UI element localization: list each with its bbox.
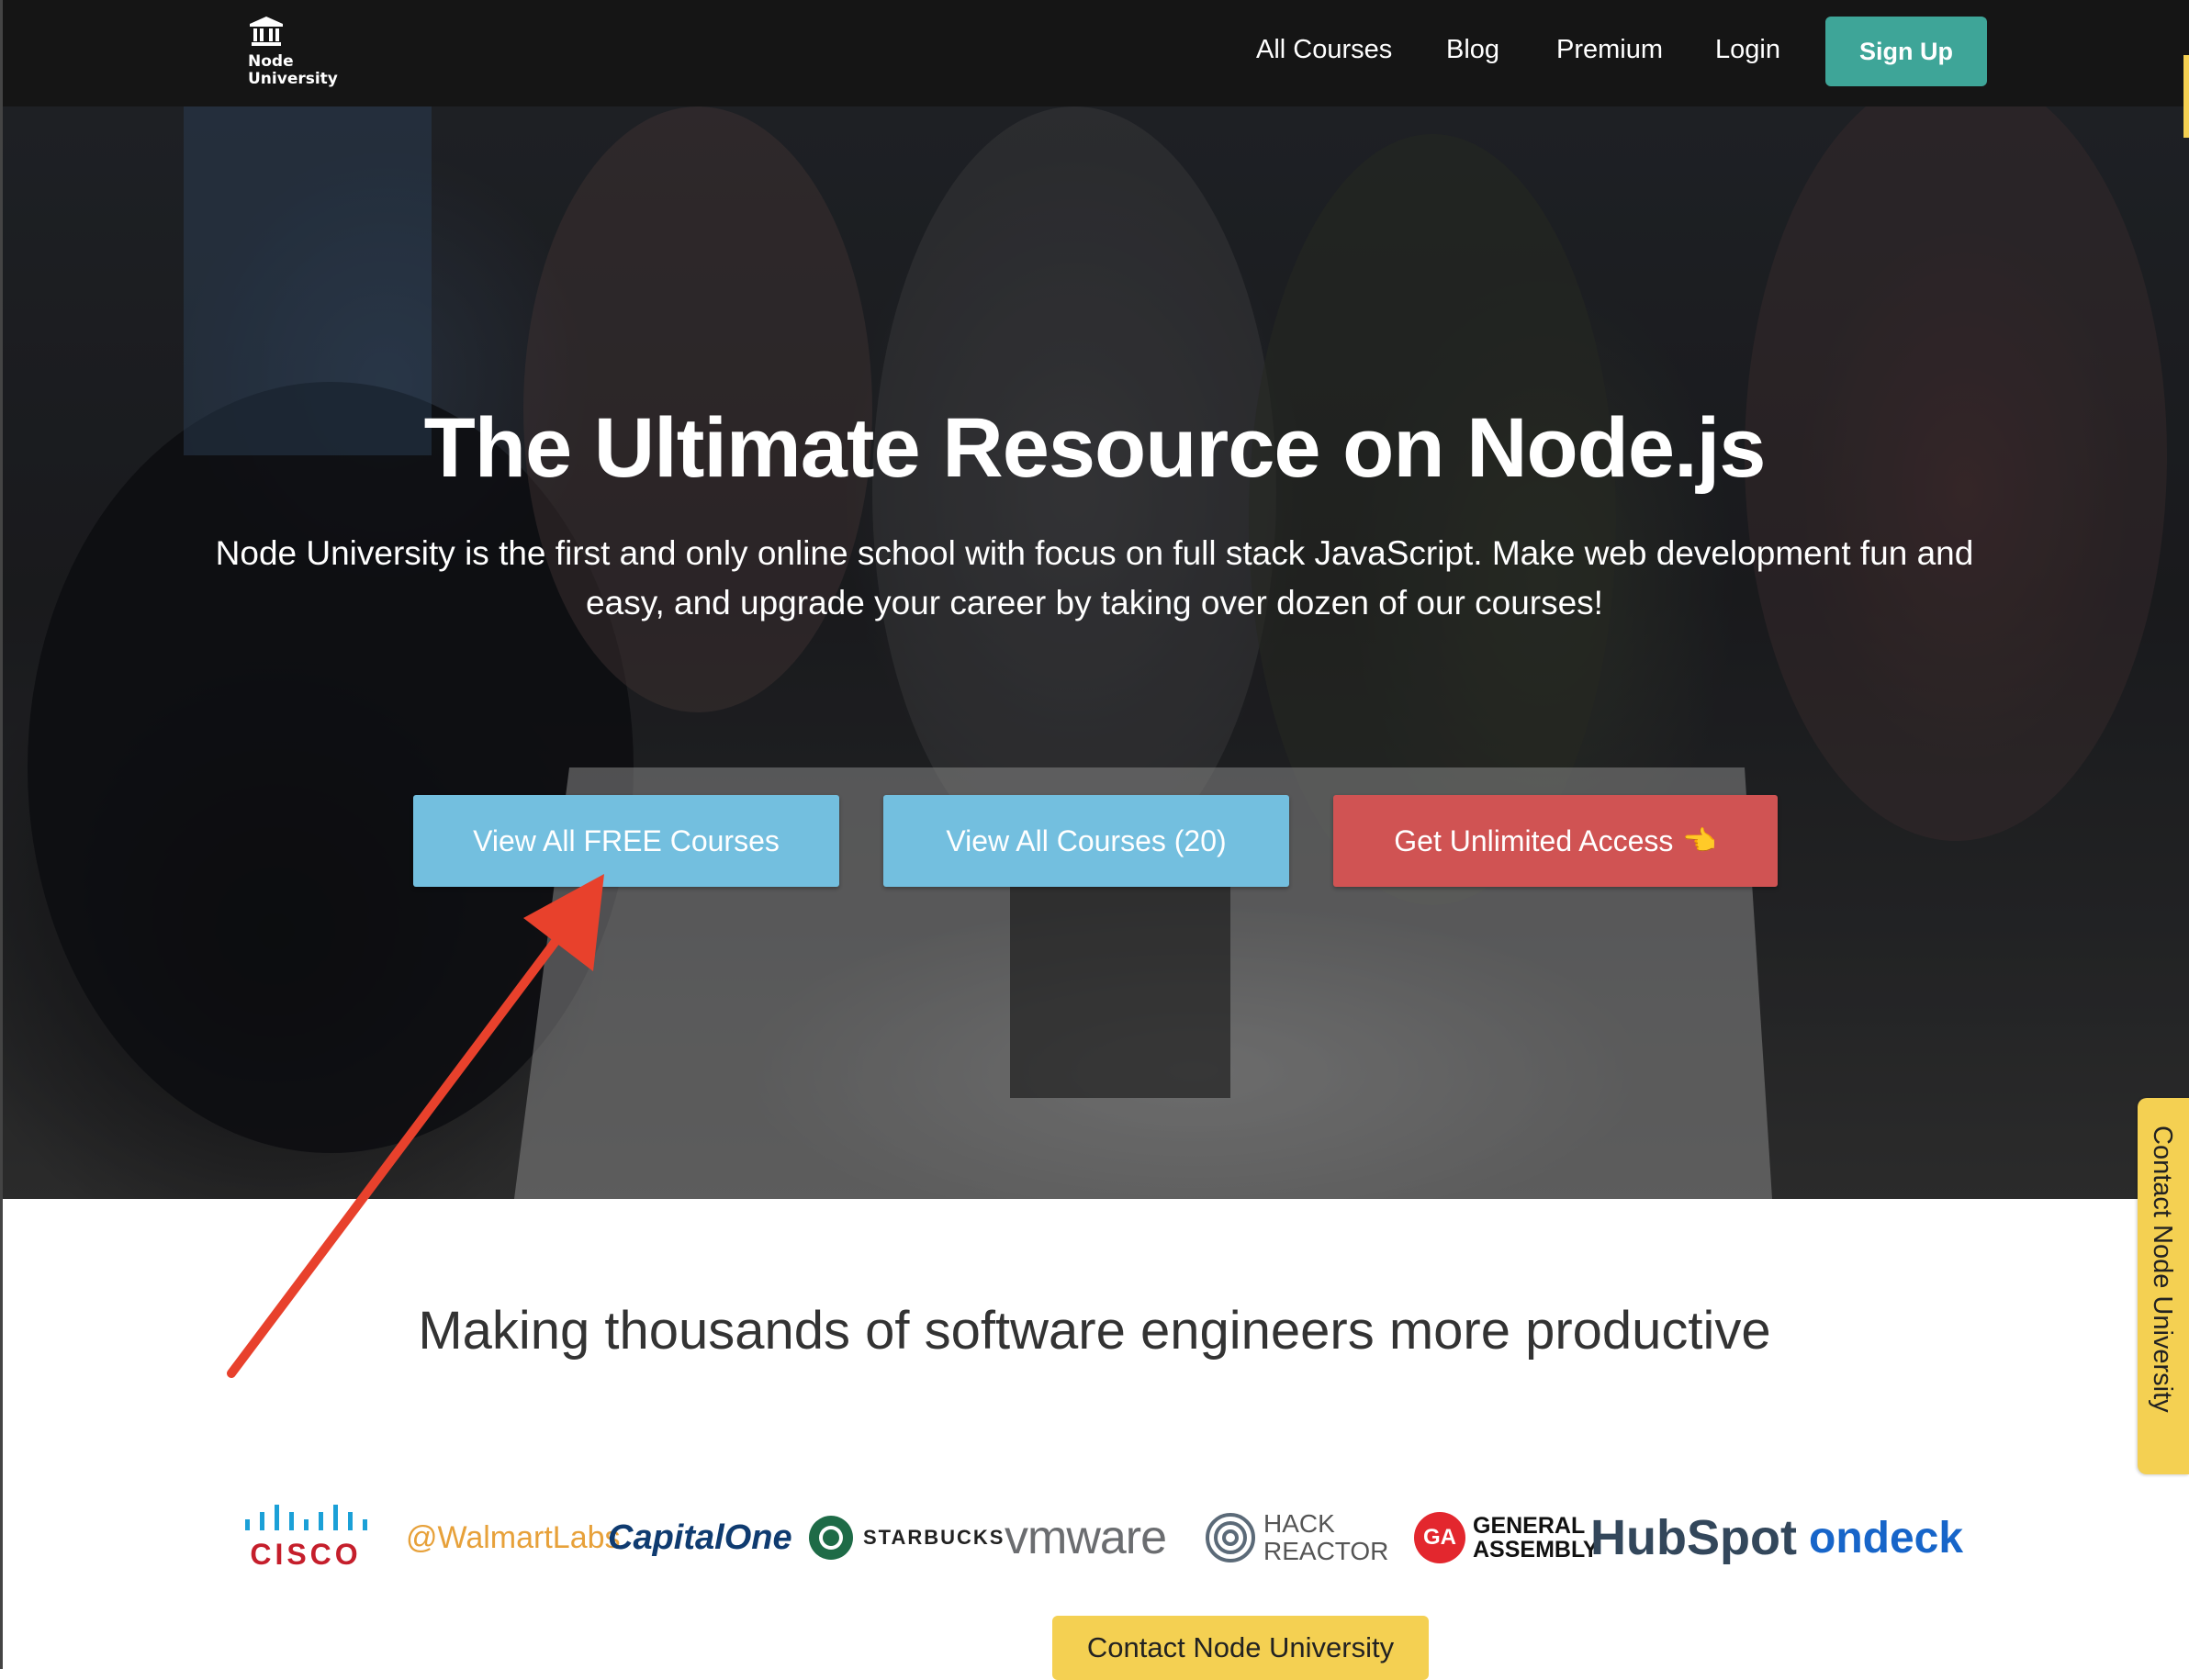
top-navbar: Node University All Courses Blog Premium… [0, 0, 2189, 106]
nav-blog[interactable]: Blog [1446, 35, 1499, 65]
hack-reactor-rings-icon [1206, 1513, 1255, 1562]
customer-logos-row: CISCO @WalmartLabs CapitalOne STARBUCKS … [0, 1496, 2189, 1588]
side-widget-edge [2183, 55, 2189, 138]
sign-up-button[interactable]: Sign Up [1825, 17, 1987, 86]
capital-one-logo: CapitalOne [608, 1496, 792, 1579]
section-heading: Making thousands of software engineers m… [418, 1301, 1771, 1361]
node-university-logo[interactable]: Node University [244, 15, 345, 92]
view-free-courses-label: View All FREE Courses [473, 823, 780, 857]
cisco-logo-text: CISCO [250, 1537, 362, 1571]
view-all-courses-label: View All Courses (20) [946, 823, 1227, 857]
nav-login[interactable]: Login [1715, 35, 1780, 65]
contact-side-tab[interactable]: Contact Node University [2138, 1098, 2189, 1474]
pointing-hand-icon: 👈 [1682, 825, 1717, 857]
hero-title: The Ultimate Resource on Node.js [423, 401, 1767, 495]
hero-subtitle: Node University is the first and only on… [215, 534, 1974, 622]
walmartlabs-logo-text: @WalmartLabs [406, 1519, 621, 1555]
hubspot-logo: HubSpot [1590, 1496, 1797, 1579]
hero-section: The Ultimate Resource on Node.js Node Un… [0, 106, 2189, 1199]
hack-reactor-text-top: HACK [1263, 1509, 1335, 1538]
logo-text: Node University [248, 52, 338, 88]
hero-dark-overlay [0, 106, 2189, 1199]
view-all-courses-button[interactable]: View All Courses (20) [883, 795, 1289, 887]
vmware-logo: vmware [1005, 1496, 1167, 1579]
nav-premium[interactable]: Premium [1556, 35, 1663, 65]
window-left-edge [0, 0, 3, 1669]
view-free-courses-button[interactable]: View All FREE Courses [413, 795, 839, 887]
get-unlimited-access-label: Get Unlimited Access [1394, 823, 1674, 857]
nav-all-courses[interactable]: All Courses [1256, 35, 1392, 65]
starbucks-logo-text: STARBUCKS [863, 1526, 1005, 1549]
general-assembly-logo: GA GENERAL ASSEMBLY [1414, 1496, 1599, 1579]
hack-reactor-logo: HACK REACTOR [1205, 1496, 1388, 1579]
ondeck-logo: ondeck [1809, 1496, 1963, 1579]
starbucks-siren-icon [809, 1516, 853, 1560]
cisco-bars-icon [245, 1504, 367, 1530]
ga-badge: GA [1414, 1512, 1465, 1563]
vmware-logo-text: vmware [1005, 1511, 1167, 1564]
contact-node-university-button[interactable]: Contact Node University [1052, 1616, 1429, 1680]
general-assembly-text-top: GENERAL [1473, 1513, 1586, 1539]
starbucks-logo: STARBUCKS [808, 1496, 1005, 1579]
ondeck-logo-text: ondeck [1809, 1513, 1964, 1562]
general-assembly-text-bottom: ASSEMBLY [1473, 1537, 1599, 1562]
hubspot-logo-text: HubSpot [1590, 1510, 1797, 1565]
cisco-logo: CISCO [241, 1496, 371, 1579]
get-unlimited-access-button[interactable]: Get Unlimited Access 👈 [1333, 795, 1778, 887]
university-building-icon [250, 17, 283, 46]
capital-one-logo-text: CapitalOne [608, 1518, 792, 1557]
contact-side-tab-label: Contact Node University [2148, 1126, 2177, 1413]
hack-reactor-text-bottom: REACTOR [1263, 1537, 1389, 1565]
walmartlabs-logo: @WalmartLabs [406, 1496, 621, 1579]
